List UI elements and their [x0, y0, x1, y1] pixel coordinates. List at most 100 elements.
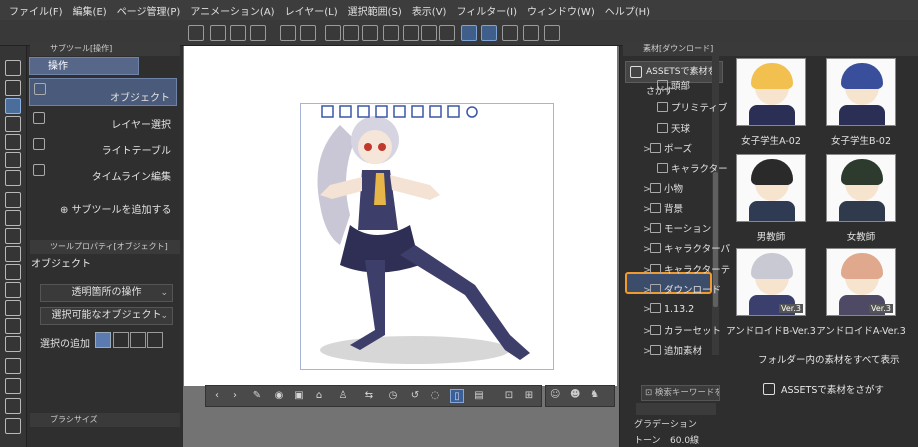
open-folder-icon[interactable]: [230, 25, 246, 41]
perspective-icon[interactable]: [502, 25, 518, 41]
save-icon[interactable]: [250, 25, 266, 41]
help-icon[interactable]: [544, 25, 560, 41]
chevron-right-icon[interactable]: >: [643, 144, 651, 155]
search-assets-button-bottom[interactable]: ASSETSで素材をさがす: [763, 382, 884, 396]
new-file-icon[interactable]: [210, 25, 226, 41]
menu-item[interactable]: ファイル(F): [4, 3, 68, 18]
chevron-right-icon[interactable]: >: [643, 326, 651, 337]
menu-item[interactable]: ヘルプ(H): [600, 3, 655, 18]
flip-icon[interactable]: ⇆: [362, 389, 376, 403]
display-icon[interactable]: ▯: [450, 389, 464, 403]
chevron-right-icon[interactable]: >: [643, 285, 651, 296]
chevron-right-icon[interactable]: >: [643, 244, 651, 255]
menu-item[interactable]: ページ管理(P): [112, 3, 186, 18]
selection-clear-icon[interactable]: [403, 25, 419, 41]
eraser-icon[interactable]: [5, 282, 21, 298]
pose-icon[interactable]: ♙: [336, 389, 350, 403]
menu-item[interactable]: 選択範囲(S): [343, 3, 407, 18]
selection-new-icon[interactable]: [95, 332, 111, 348]
cat-icon[interactable]: ☺: [550, 389, 560, 400]
material-thumbnail[interactable]: Ver.3: [826, 248, 896, 316]
chevron-right-icon[interactable]: >: [643, 204, 651, 215]
tree-item[interactable]: > 小物: [643, 181, 683, 195]
show-all-link[interactable]: フォルダー内の素材をすべて表示: [758, 352, 899, 366]
zoom-icon[interactable]: [5, 60, 21, 76]
frame-select-icon[interactable]: ▤: [472, 389, 486, 403]
wrench-icon[interactable]: ✎: [250, 389, 264, 403]
subtool-item-layer-select[interactable]: レイヤー選択: [29, 108, 177, 134]
clip-studio-icon[interactable]: [188, 25, 204, 41]
fill-bucket-icon[interactable]: [5, 318, 21, 334]
pen-icon[interactable]: [5, 192, 21, 208]
add-subtool-button[interactable]: ⊕ サブツールを追加する: [60, 201, 172, 216]
tree-item[interactable]: > 背景: [643, 201, 683, 215]
transparent-operation-dropdown[interactable]: 透明箇所の操作 ⌄: [40, 284, 173, 302]
operation-tool-icon[interactable]: [5, 98, 21, 114]
chevron-right-icon[interactable]: >: [643, 265, 651, 276]
material-thumbnail[interactable]: [826, 58, 896, 126]
decoration-icon[interactable]: [5, 264, 21, 280]
pencil-icon[interactable]: [5, 210, 21, 226]
material-search-input[interactable]: ⊡ 検索キーワードを入: [641, 385, 720, 401]
menu-item[interactable]: レイヤー(L): [280, 3, 343, 18]
reset-icon[interactable]: ↺: [408, 389, 422, 403]
eyedropper-icon[interactable]: [5, 170, 21, 186]
tree-item[interactable]: > ダウンロード: [643, 282, 721, 296]
frame-icon[interactable]: ▣: [292, 389, 306, 403]
tree-item[interactable]: キャラクター: [650, 161, 728, 175]
selection-intersect-icon[interactable]: [147, 332, 163, 348]
hand-icon[interactable]: [5, 80, 21, 96]
frame-border-icon[interactable]: [5, 378, 21, 394]
chevron-right-icon[interactable]: >: [643, 304, 651, 315]
airbrush-icon[interactable]: [5, 246, 21, 262]
lock-icon[interactable]: ◌: [428, 389, 442, 403]
tree-item[interactable]: > カラーセット: [643, 323, 721, 337]
color-icon[interactable]: [439, 25, 455, 41]
tree-item[interactable]: > ポーズ: [643, 141, 692, 155]
tree-item[interactable]: > モーション: [643, 221, 711, 235]
tab-operation[interactable]: 操作: [29, 57, 139, 75]
figure-icon[interactable]: [5, 358, 21, 374]
selectable-object-dropdown[interactable]: 選択可能なオブジェクト ⌄: [40, 307, 173, 325]
3d-manipulator-icons[interactable]: [320, 104, 480, 120]
balloon-icon[interactable]: [5, 398, 21, 414]
prev-icon[interactable]: ‹: [210, 389, 224, 403]
selection-add-icon[interactable]: [113, 332, 129, 348]
selection-icon[interactable]: [5, 134, 21, 150]
ground-icon[interactable]: ⌂: [312, 389, 326, 403]
toggle-icon[interactable]: ⊡: [502, 389, 516, 403]
material-thumbnail[interactable]: [826, 154, 896, 222]
material-thumbnail[interactable]: Ver.3: [736, 248, 806, 316]
grid-icon[interactable]: [523, 25, 539, 41]
horse-icon[interactable]: ♞: [590, 389, 599, 400]
blend-icon[interactable]: [5, 300, 21, 316]
brush-icon[interactable]: [5, 228, 21, 244]
animal-icon[interactable]: ☻: [570, 389, 580, 400]
tree-item[interactable]: > 追加素材: [643, 343, 702, 357]
material-thumbnail[interactable]: [736, 58, 806, 126]
menu-item[interactable]: アニメーション(A): [185, 3, 279, 18]
transform-icon[interactable]: [383, 25, 399, 41]
menu-item[interactable]: 編集(E): [68, 3, 112, 18]
magic-wand-icon[interactable]: [5, 152, 21, 168]
tree-item[interactable]: 天球: [650, 121, 690, 135]
subtool-item-light-table[interactable]: ライトテーブル: [29, 134, 177, 160]
subtool-item-object[interactable]: オブジェクト: [29, 78, 177, 106]
clock-icon[interactable]: ◷: [386, 389, 400, 403]
ruler-icon[interactable]: [5, 418, 21, 434]
move-icon[interactable]: [5, 116, 21, 132]
selection-subtract-icon[interactable]: [130, 332, 146, 348]
material-thumbnail[interactable]: [736, 154, 806, 222]
menu-item[interactable]: 表示(V): [407, 3, 452, 18]
ruler-snap-icon[interactable]: [461, 25, 477, 41]
undo-icon[interactable]: [280, 25, 296, 41]
loading-icon[interactable]: [325, 25, 341, 41]
tone-icon[interactable]: [421, 25, 437, 41]
subtool-item-timeline[interactable]: タイムライン編集: [29, 160, 177, 186]
tree-item[interactable]: >1.13.2: [643, 303, 694, 315]
tree-item[interactable]: > キャラクターテ: [643, 262, 730, 276]
gradient-icon[interactable]: [5, 336, 21, 352]
chevron-right-icon[interactable]: >: [643, 224, 651, 235]
fill-icon[interactable]: [362, 25, 378, 41]
redo-icon[interactable]: [300, 25, 316, 41]
